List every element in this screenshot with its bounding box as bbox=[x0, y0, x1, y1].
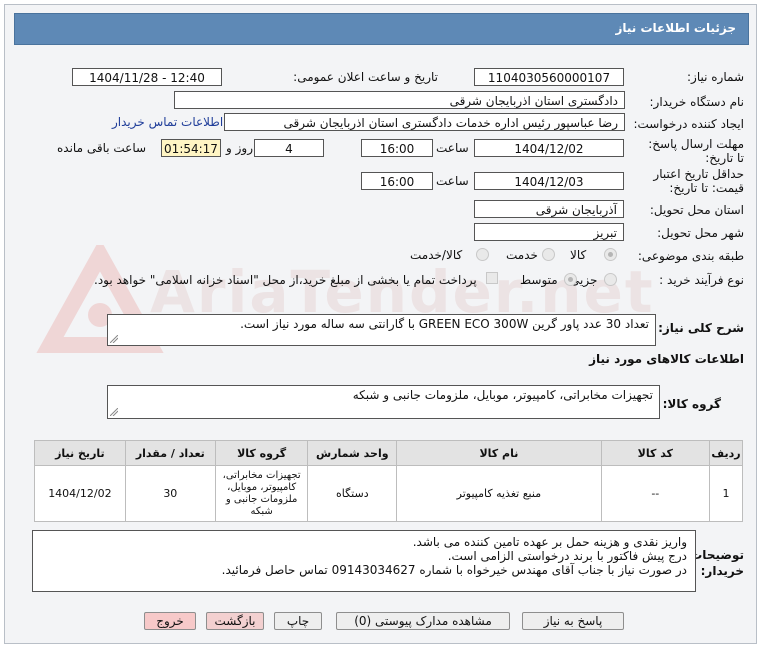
category-goods-service-radio[interactable] bbox=[476, 248, 489, 261]
buyer-contact-link[interactable]: اطلاعات تماس خریدار bbox=[112, 115, 223, 129]
requester-field: رضا عباسپور رئیس اداره خدمات دادگستری اس… bbox=[224, 113, 625, 131]
category-label: طبقه بندی موضوعی: bbox=[637, 249, 744, 263]
reply-deadline-label: مهلت ارسال پاسخ: تا تاریخ: bbox=[648, 137, 744, 165]
resize-grip-icon bbox=[110, 408, 118, 416]
table-row: 1 -- منبع تغذیه کامپیوتر دستگاه تجهیزات … bbox=[34, 465, 743, 522]
announce-datetime-field: 1404/11/28 - 12:40 bbox=[72, 68, 222, 86]
table-header-row: ردیف کد کالا نام کالا واحد شمارش گروه کا… bbox=[34, 440, 743, 466]
goods-table: ردیف کد کالا نام کالا واحد شمارش گروه کا… bbox=[34, 440, 743, 522]
description-label: شرح کلی نیاز: bbox=[658, 321, 744, 335]
cell-code: -- bbox=[600, 465, 711, 522]
col-header-name: نام کالا bbox=[396, 440, 602, 466]
price-validity-label: حداقل تاریخ اعتبار قیمت: تا تاریخ: bbox=[653, 167, 744, 195]
print-button[interactable]: چاپ bbox=[274, 612, 322, 630]
cell-unit: دستگاه bbox=[307, 465, 398, 522]
buyer-note-line: درج پیش فاکتور با برند درخواستی الزامی ا… bbox=[447, 549, 687, 563]
cell-date: 1404/12/02 bbox=[34, 465, 126, 522]
delivery-city-label: شهر محل تحویل: bbox=[657, 226, 744, 240]
announce-datetime-label: تاریخ و ساعت اعلان عمومی: bbox=[293, 70, 438, 84]
process-medium-radio[interactable] bbox=[564, 273, 577, 286]
process-medium-label: متوسط bbox=[520, 273, 558, 287]
category-service-radio[interactable] bbox=[542, 248, 555, 261]
need-number-label: شماره نیاز: bbox=[687, 70, 744, 84]
cell-name: منبع تغذیه کامپیوتر bbox=[396, 465, 602, 522]
cell-group: تجهیزات مخابراتی، کامپیوتر، موبایل، ملزو… bbox=[214, 465, 309, 522]
col-header-date: تاریخ نیاز bbox=[34, 440, 126, 466]
days-label: روز و bbox=[226, 141, 253, 155]
goods-section-title: اطلاعات کالاهای مورد نیاز bbox=[589, 352, 744, 366]
page-title: جزئیات اطلاعات نیاز bbox=[615, 21, 736, 35]
buyer-notes-textarea: واریز نقدی و هزینه حمل بر عهده تامین کنن… bbox=[32, 530, 696, 592]
buyer-org-label: نام دستگاه خریدار: bbox=[649, 95, 745, 109]
remaining-time-field: 01:54:17 bbox=[161, 139, 221, 157]
category-goods-label: کالا bbox=[570, 248, 587, 262]
delivery-province-label: استان محل تحویل: bbox=[649, 203, 744, 217]
days-field: 4 bbox=[254, 139, 324, 157]
need-number-field: 1104030560000107 bbox=[474, 68, 624, 86]
col-header-qty: تعداد / مقدار bbox=[124, 440, 216, 466]
price-validity-date-field: 1404/12/03 bbox=[474, 172, 624, 190]
process-type-label: نوع فرآیند خرید : bbox=[659, 273, 744, 287]
requester-label: ایجاد کننده درخواست: bbox=[633, 117, 744, 131]
price-validity-time-field: 16:00 bbox=[361, 172, 433, 190]
goods-group-label: گروه کالا: bbox=[662, 397, 721, 411]
reply-deadline-time-label: ساعت bbox=[436, 141, 469, 155]
col-header-code: کد کالا bbox=[600, 440, 711, 466]
treasury-bond-checkbox[interactable] bbox=[486, 272, 498, 284]
reply-deadline-time-field: 16:00 bbox=[361, 139, 433, 157]
delivery-city-field: تبریز bbox=[474, 223, 624, 241]
page-header: جزئیات اطلاعات نیاز bbox=[14, 13, 749, 45]
col-header-group: گروه کالا bbox=[214, 440, 309, 466]
cell-row: 1 bbox=[709, 465, 743, 522]
reply-button[interactable]: پاسخ به نیاز bbox=[522, 612, 624, 630]
view-documents-button[interactable]: مشاهده مدارک پیوستی (0) bbox=[336, 612, 510, 630]
col-header-unit: واحد شمارش bbox=[307, 440, 398, 466]
buyer-org-field: دادگستری استان اذربایجان شرقی bbox=[174, 91, 625, 109]
category-goods-service-label: کالا/خدمت bbox=[410, 248, 463, 262]
price-validity-time-label: ساعت bbox=[436, 174, 469, 188]
cell-qty: 30 bbox=[124, 465, 216, 522]
category-goods-radio[interactable] bbox=[604, 248, 617, 261]
reply-deadline-date-field: 1404/12/02 bbox=[474, 139, 624, 157]
description-textarea: تعداد 30 عدد پاور گرین GREEN ECO 300W با… bbox=[107, 314, 656, 346]
exit-button[interactable]: خروج bbox=[144, 612, 196, 630]
remaining-time-label: ساعت باقی مانده bbox=[57, 141, 147, 155]
resize-grip-icon bbox=[110, 335, 118, 343]
col-header-row: ردیف bbox=[709, 440, 743, 466]
goods-group-textarea: تجهیزات مخابراتی، کامپیوتر، موبایل، ملزو… bbox=[107, 385, 660, 419]
back-button[interactable]: بازگشت bbox=[206, 612, 264, 630]
delivery-province-field: آذربایجان شرقی bbox=[474, 200, 624, 218]
category-service-label: خدمت bbox=[506, 248, 538, 262]
goods-group-text: تجهیزات مخابراتی، کامپیوتر، موبایل، ملزو… bbox=[352, 388, 653, 402]
process-partial-radio[interactable] bbox=[604, 273, 617, 286]
buyer-note-line: در صورت نیاز با جناب آقای مهندس خیرخواه … bbox=[221, 563, 687, 577]
description-text: تعداد 30 عدد پاور گرین GREEN ECO 300W با… bbox=[240, 317, 649, 331]
buyer-note-line: واریز نقدی و هزینه حمل بر عهده تامین کنن… bbox=[412, 535, 687, 549]
treasury-bond-note: پرداخت تمام یا بخشی از مبلغ خرید،از محل … bbox=[94, 273, 477, 287]
